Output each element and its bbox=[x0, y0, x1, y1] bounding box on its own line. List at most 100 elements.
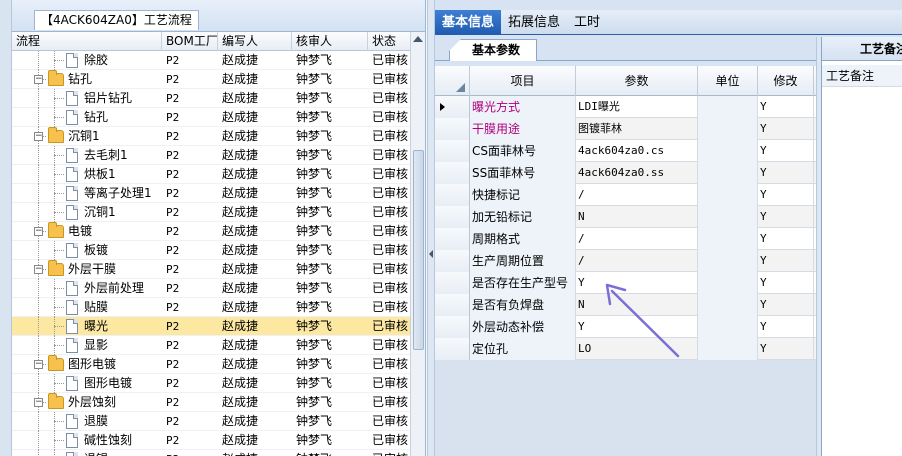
tree-node-cell[interactable]: 沉铜1 bbox=[12, 203, 162, 222]
row-indicator[interactable] bbox=[435, 338, 470, 360]
grid-cell-modify[interactable]: Y bbox=[758, 184, 814, 206]
tree-node-cell[interactable]: 曝光 bbox=[12, 317, 162, 336]
row-indicator[interactable] bbox=[435, 316, 470, 338]
tree-node-cell[interactable]: − 外层蚀刻 bbox=[12, 393, 162, 412]
grid-header-param[interactable]: 参数 bbox=[576, 66, 698, 96]
grid-cell-param[interactable]: 图镀菲林 bbox=[576, 118, 698, 140]
grid-cell-param[interactable]: / bbox=[576, 250, 698, 272]
grid-cell-unit[interactable] bbox=[698, 272, 758, 294]
grid-row[interactable]: 是否存在生产型号 Y Y bbox=[435, 272, 816, 294]
tree-node-cell[interactable]: 去毛刺1 bbox=[12, 146, 162, 165]
grid-cell-unit[interactable] bbox=[698, 206, 758, 228]
grid-header-unit[interactable]: 单位 bbox=[698, 66, 758, 96]
column-header-flow[interactable]: 流程 bbox=[12, 32, 162, 51]
tree-node-cell[interactable]: 退锡 bbox=[12, 450, 162, 456]
tree-node-cell[interactable]: 板镀 bbox=[12, 241, 162, 260]
grid-row[interactable]: 生产周期位置 / Y bbox=[435, 250, 816, 272]
tree-collapse-icon[interactable]: − bbox=[34, 398, 43, 407]
grid-cell-param[interactable]: N bbox=[576, 206, 698, 228]
tree-node-cell[interactable]: 碱性蚀刻 bbox=[12, 431, 162, 450]
grid-cell-modify[interactable]: Y bbox=[758, 118, 814, 140]
tab-basic-info[interactable]: 基本信息 bbox=[435, 10, 502, 35]
subtab-basic-params[interactable]: 基本参数 bbox=[449, 39, 538, 61]
grid-row[interactable]: 是否有负焊盘 N Y bbox=[435, 294, 816, 316]
grid-row[interactable]: 定位孔 LO Y bbox=[435, 338, 816, 360]
grid-cell-param[interactable]: Y bbox=[576, 272, 698, 294]
row-indicator[interactable] bbox=[435, 118, 470, 140]
collapse-left-arrow-icon[interactable] bbox=[429, 250, 433, 258]
tree-node-cell[interactable]: 烘板1 bbox=[12, 165, 162, 184]
grid-cell-unit[interactable] bbox=[698, 228, 758, 250]
tree-row[interactable]: − 沉铜1 P2 赵成捷 钟梦飞 已审核 bbox=[12, 127, 410, 146]
tree-row[interactable]: 贴膜 P2 赵成捷 钟梦飞 已审核 bbox=[12, 298, 410, 317]
tree-row[interactable]: − 钻孔 P2 赵成捷 钟梦飞 已审核 bbox=[12, 70, 410, 89]
tree-row[interactable]: 除胶 P2 赵成捷 钟梦飞 已审核 bbox=[12, 51, 410, 70]
tree-node-cell[interactable]: 钻孔 bbox=[12, 108, 162, 127]
grid-cell-param[interactable]: LDI曝光 bbox=[576, 96, 698, 118]
grid-cell-unit[interactable] bbox=[698, 118, 758, 140]
grid-cell-param[interactable]: Y bbox=[576, 316, 698, 338]
tree-row[interactable]: 显影 P2 赵成捷 钟梦飞 已审核 bbox=[12, 336, 410, 355]
tree-node-cell[interactable]: − 钻孔 bbox=[12, 70, 162, 89]
tree-node-cell[interactable]: − 电镀 bbox=[12, 222, 162, 241]
grid-row[interactable]: 外层动态补偿 Y Y bbox=[435, 316, 816, 338]
grid-cell-param[interactable]: 4ack604za0.ss bbox=[576, 162, 698, 184]
row-indicator[interactable] bbox=[435, 228, 470, 250]
tree-row[interactable]: 去毛刺1 P2 赵成捷 钟梦飞 已审核 bbox=[12, 146, 410, 165]
grid-cell-param[interactable]: / bbox=[576, 184, 698, 206]
tree-collapse-icon[interactable]: − bbox=[34, 227, 43, 236]
tree-row[interactable]: 板镀 P2 赵成捷 钟梦飞 已审核 bbox=[12, 241, 410, 260]
grid-cell-modify[interactable]: Y bbox=[758, 294, 814, 316]
grid-cell-modify[interactable]: Y bbox=[758, 228, 814, 250]
tree-row[interactable]: 图形电镀 P2 赵成捷 钟梦飞 已审核 bbox=[12, 374, 410, 393]
grid-cell-modify[interactable]: Y bbox=[758, 338, 814, 360]
tree-node-cell[interactable]: 除胶 bbox=[12, 51, 162, 70]
grid-cell-modify[interactable]: Y bbox=[758, 162, 814, 184]
grid-cell-modify[interactable]: Y bbox=[758, 272, 814, 294]
row-indicator[interactable] bbox=[435, 96, 470, 118]
tree-row[interactable]: 碱性蚀刻 P2 赵成捷 钟梦飞 已审核 bbox=[12, 431, 410, 450]
tree-node-cell[interactable]: 铝片钻孔 bbox=[12, 89, 162, 108]
grid-cell-unit[interactable] bbox=[698, 96, 758, 118]
process-flow-title-tab[interactable]: 【4ACK604ZA0】工艺流程 bbox=[34, 10, 199, 30]
grid-row[interactable]: 快捷标记 / Y bbox=[435, 184, 816, 206]
tree-row[interactable]: 外层前处理 P2 赵成捷 钟梦飞 已审核 bbox=[12, 279, 410, 298]
grid-cell-modify[interactable]: Y bbox=[758, 96, 814, 118]
tree-row[interactable]: 钻孔 P2 赵成捷 钟梦飞 已审核 bbox=[12, 108, 410, 127]
grid-corner[interactable] bbox=[435, 66, 470, 96]
row-indicator[interactable] bbox=[435, 206, 470, 228]
remark-tab[interactable]: 工艺备注 bbox=[822, 37, 902, 61]
column-header-bom[interactable]: BOM工厂 bbox=[162, 32, 218, 51]
grid-cell-unit[interactable] bbox=[698, 140, 758, 162]
grid-cell-unit[interactable] bbox=[698, 338, 758, 360]
tree-collapse-icon[interactable]: − bbox=[34, 75, 43, 84]
tree-row[interactable]: 曝光 P2 赵成捷 钟梦飞 已审核 bbox=[12, 317, 410, 336]
grid-row[interactable]: 曝光方式 LDI曝光 Y bbox=[435, 96, 816, 118]
scroll-up-arrow-icon[interactable] bbox=[413, 36, 423, 42]
column-header-reviewer[interactable]: 核审人 bbox=[292, 32, 368, 51]
grid-cell-unit[interactable] bbox=[698, 316, 758, 338]
row-indicator[interactable] bbox=[435, 140, 470, 162]
process-tree-scrollbar[interactable] bbox=[410, 32, 425, 456]
column-header-writer[interactable]: 编写人 bbox=[218, 32, 292, 51]
tree-row[interactable]: − 电镀 P2 赵成捷 钟梦飞 已审核 bbox=[12, 222, 410, 241]
tree-node-cell[interactable]: 显影 bbox=[12, 336, 162, 355]
row-indicator[interactable] bbox=[435, 294, 470, 316]
tree-row[interactable]: 烘板1 P2 赵成捷 钟梦飞 已审核 bbox=[12, 165, 410, 184]
tree-collapse-icon[interactable]: − bbox=[34, 265, 43, 274]
tree-node-cell[interactable]: − 图形电镀 bbox=[12, 355, 162, 374]
row-indicator[interactable] bbox=[435, 162, 470, 184]
grid-cell-unit[interactable] bbox=[698, 250, 758, 272]
grid-cell-unit[interactable] bbox=[698, 162, 758, 184]
scroll-thumb[interactable] bbox=[413, 150, 424, 350]
tab-work-hours[interactable]: 工时 bbox=[567, 10, 607, 35]
tree-node-cell[interactable]: − 沉铜1 bbox=[12, 127, 162, 146]
grid-cell-modify[interactable]: Y bbox=[758, 316, 814, 338]
grid-row[interactable]: 加无铅标记 N Y bbox=[435, 206, 816, 228]
left-collapse-strip[interactable] bbox=[0, 0, 12, 456]
tree-row[interactable]: 退锡 P2赵成捷钟梦飞已审核 bbox=[12, 450, 410, 456]
panel-splitter[interactable] bbox=[427, 0, 435, 456]
grid-cell-param[interactable]: / bbox=[576, 228, 698, 250]
tree-collapse-icon[interactable]: − bbox=[34, 360, 43, 369]
tree-row[interactable]: 退膜 P2 赵成捷 钟梦飞 已审核 bbox=[12, 412, 410, 431]
